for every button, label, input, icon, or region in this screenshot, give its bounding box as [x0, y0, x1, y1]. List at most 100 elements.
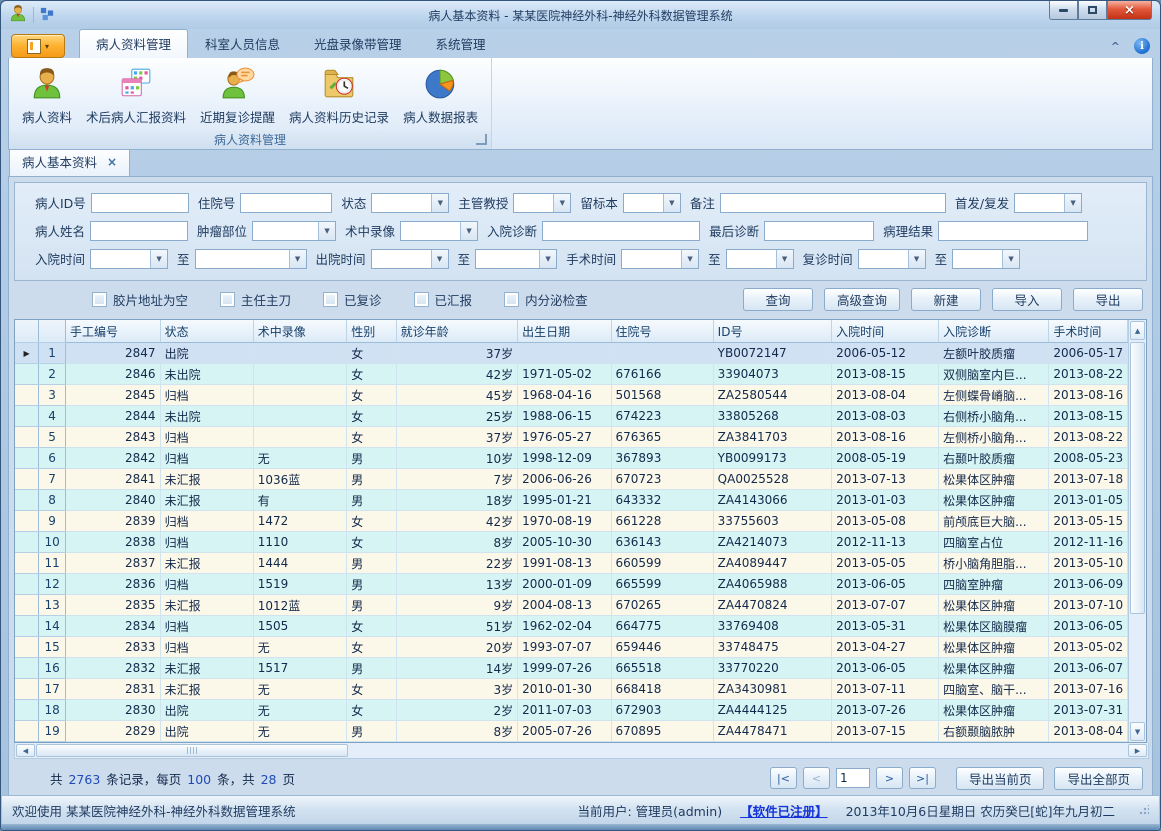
filter-select-出院时间[interactable]: ▼ — [371, 249, 449, 269]
table-row[interactable]: 42844未出院女25岁1988-06-15674223338052682013… — [15, 406, 1128, 427]
chevron-down-icon[interactable]: ▼ — [539, 250, 556, 268]
app-menu-button[interactable]: ▾ — [11, 34, 65, 58]
first-page-button[interactable]: |< — [770, 767, 797, 789]
filter-input-病人姓名[interactable] — [90, 221, 188, 241]
column-header-状态[interactable]: 状态 — [160, 320, 253, 343]
column-header-出生日期[interactable]: 出生日期 — [518, 320, 611, 343]
column-header-性别[interactable]: 性别 — [347, 320, 396, 343]
filter-input-入院诊断[interactable] — [542, 221, 700, 241]
tab-close-icon[interactable]: × — [107, 155, 117, 169]
last-page-button[interactable]: >| — [909, 767, 936, 789]
filter-select-至[interactable]: ▼ — [475, 249, 557, 269]
ribbon-tab-4[interactable]: 系统管理 — [419, 29, 503, 58]
column-header-就诊年龄[interactable]: 就诊年龄 — [396, 320, 517, 343]
table-row[interactable]: 142834归档1505女51岁1962-02-0466477533769408… — [15, 616, 1128, 637]
table-row[interactable]: 22846未出院女42岁1971-05-02676166339040732013… — [15, 364, 1128, 385]
resize-grip[interactable] — [1139, 805, 1149, 815]
page-number-input[interactable] — [836, 768, 870, 788]
column-header-住院号[interactable]: 住院号 — [611, 320, 713, 343]
table-row[interactable]: 192829出院无男8岁2005-07-26670895ZA4478471201… — [15, 721, 1128, 742]
column-header-手术时间[interactable]: 手术时间 — [1049, 320, 1128, 343]
filter-select-至[interactable]: ▼ — [952, 249, 1020, 269]
chevron-down-icon[interactable]: ▼ — [431, 194, 448, 212]
chevron-down-icon[interactable]: ▼ — [776, 250, 793, 268]
close-button[interactable]: × — [1107, 1, 1152, 20]
filter-select-留标本[interactable]: ▼ — [623, 193, 681, 213]
filter-input-病人ID号[interactable] — [91, 193, 189, 213]
table-row[interactable]: 32845归档女45岁1968-04-16501568ZA25805442013… — [15, 385, 1128, 406]
checkbox-胶片地址为空[interactable]: 胶片地址为空 — [92, 290, 188, 309]
vertical-scrollbar[interactable]: ▲ ▼ — [1128, 320, 1146, 742]
ribbon-tab-1[interactable]: 病人资料管理 — [79, 29, 188, 58]
column-header-入院时间[interactable]: 入院时间 — [832, 320, 939, 343]
ribbon-tab-3[interactable]: 光盘录像带管理 — [297, 29, 419, 58]
table-row[interactable]: 102838归档1110女8岁2005-10-30636143ZA4214073… — [15, 532, 1128, 553]
app-icon[interactable] — [9, 4, 27, 26]
ribbon-button-revisit-reminder[interactable]: 近期复诊提醒 — [193, 62, 282, 128]
column-header-入院诊断[interactable]: 入院诊断 — [939, 320, 1049, 343]
filter-select-入院时间[interactable]: ▼ — [90, 249, 168, 269]
checkbox-已汇报[interactable]: 已汇报 — [414, 290, 473, 309]
table-row[interactable]: ▶12847出院女37岁YB00721472006-05-12左额叶胶质瘤200… — [15, 343, 1128, 364]
export-all-pages-button[interactable]: 导出全部页 — [1054, 767, 1143, 790]
dialog-launcher-icon[interactable] — [476, 134, 487, 145]
chevron-down-icon[interactable]: ▼ — [1064, 194, 1081, 212]
filter-select-手术时间[interactable]: ▼ — [621, 249, 699, 269]
ribbon-button-patient[interactable]: 病人资料 — [15, 62, 79, 128]
chevron-down-icon[interactable]: ▼ — [908, 250, 925, 268]
filter-input-住院号[interactable] — [240, 193, 332, 213]
filter-select-状态[interactable]: ▼ — [371, 193, 449, 213]
action-button-高级查询[interactable]: 高级查询 — [824, 288, 900, 311]
filter-select-主管教授[interactable]: ▼ — [513, 193, 571, 213]
action-button-导出[interactable]: 导出 — [1073, 288, 1143, 311]
filter-input-最后诊断[interactable] — [764, 221, 874, 241]
scroll-down-icon[interactable]: ▼ — [1130, 722, 1145, 741]
chevron-down-icon[interactable]: ▼ — [289, 250, 306, 268]
table-row[interactable]: 152833归档无女20岁1993-07-0765944633748475201… — [15, 637, 1128, 658]
chevron-down-icon[interactable]: ▼ — [1002, 250, 1019, 268]
table-row[interactable]: 162832未汇报1517男14岁1999-07-266655183377022… — [15, 658, 1128, 679]
ribbon-button-data-report-chart[interactable]: 病人数据报表 — [396, 62, 485, 128]
scroll-up-icon[interactable]: ▲ — [1130, 321, 1145, 340]
scroll-right-icon[interactable]: ▶ — [1128, 744, 1147, 757]
filter-select-术中录像[interactable]: ▼ — [400, 221, 478, 241]
table-row[interactable]: 82840未汇报有男18岁1995-01-21643332ZA414306620… — [15, 490, 1128, 511]
filter-input-备注[interactable] — [720, 193, 946, 213]
table-row[interactable]: 62842归档无男10岁1998-12-09367893YB0099173200… — [15, 448, 1128, 469]
chevron-down-icon[interactable]: ▼ — [681, 250, 698, 268]
horizontal-scrollbar[interactable]: ◀ ▶ — [14, 743, 1149, 759]
chevron-down-icon[interactable]: ▼ — [318, 222, 335, 240]
next-page-button[interactable]: > — [876, 767, 903, 789]
checkbox-内分泌检查[interactable]: 内分泌检查 — [504, 290, 588, 309]
table-row[interactable]: 122836归档1519男13岁2000-01-09665599ZA406598… — [15, 574, 1128, 595]
ribbon-tab-2[interactable]: 科室人员信息 — [188, 29, 297, 58]
collapse-ribbon-icon[interactable]: ^ — [1111, 40, 1120, 53]
scroll-left-icon[interactable]: ◀ — [16, 744, 35, 757]
ribbon-button-history-record[interactable]: 病人资料历史记录 — [282, 62, 396, 128]
filter-select-至[interactable]: ▼ — [726, 249, 794, 269]
checkbox-已复诊[interactable]: 已复诊 — [323, 290, 382, 309]
layout-grid-icon[interactable] — [40, 6, 54, 25]
info-icon[interactable]: i — [1134, 38, 1150, 54]
minimize-button[interactable] — [1049, 1, 1078, 20]
vertical-scroll-thumb[interactable] — [1130, 342, 1145, 614]
table-row[interactable]: 52843归档女37岁1976-05-27676365ZA38417032013… — [15, 427, 1128, 448]
table-row[interactable]: 172831未汇报无女3岁2010-01-30668418ZA343098120… — [15, 679, 1128, 700]
filter-select-复诊时间[interactable]: ▼ — [858, 249, 926, 269]
action-button-查询[interactable]: 查询 — [743, 288, 813, 311]
table-row[interactable]: 132835未汇报1012蓝男9岁2004-08-13670265ZA44708… — [15, 595, 1128, 616]
chevron-down-icon[interactable]: ▼ — [431, 250, 448, 268]
table-row[interactable]: 182830出院无女2岁2011-07-03672903ZA4444125201… — [15, 700, 1128, 721]
filter-select-至[interactable]: ▼ — [195, 249, 307, 269]
chevron-down-icon[interactable]: ▼ — [150, 250, 167, 268]
column-header-术中录像[interactable]: 术中录像 — [253, 320, 347, 343]
action-button-新建[interactable]: 新建 — [911, 288, 981, 311]
chevron-down-icon[interactable]: ▼ — [460, 222, 477, 240]
filter-select-肿瘤部位[interactable]: ▼ — [252, 221, 336, 241]
column-header-ID号[interactable]: ID号 — [713, 320, 832, 343]
software-registered-link[interactable]: 【软件已注册】 — [740, 801, 828, 820]
filter-select-首发/复发[interactable]: ▼ — [1014, 193, 1082, 213]
action-button-导入[interactable]: 导入 — [992, 288, 1062, 311]
chevron-down-icon[interactable]: ▼ — [553, 194, 570, 212]
table-row[interactable]: 112837未汇报1444男22岁1991-08-13660599ZA40894… — [15, 553, 1128, 574]
